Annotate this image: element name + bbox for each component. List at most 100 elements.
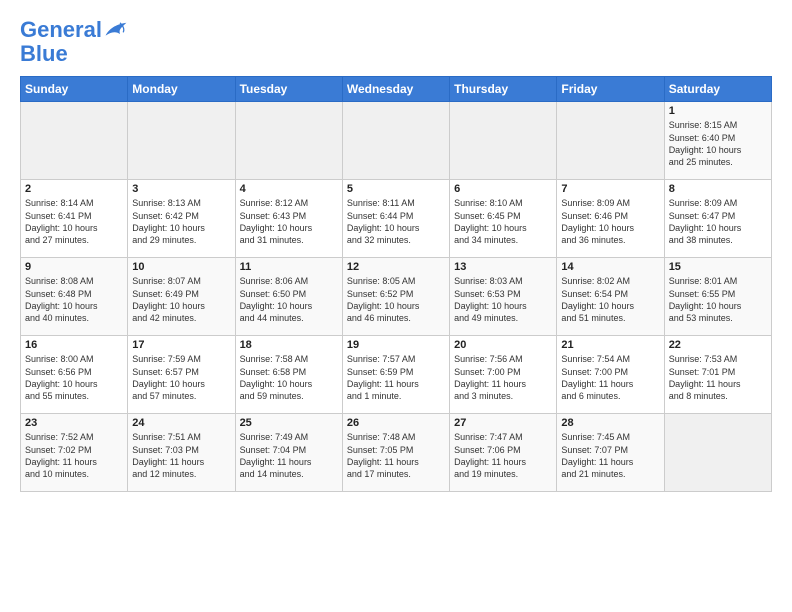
day-info: Sunrise: 7:52 AM Sunset: 7:02 PM Dayligh…: [25, 431, 123, 480]
calendar-table: SundayMondayTuesdayWednesdayThursdayFrid…: [20, 76, 772, 492]
day-info: Sunrise: 8:09 AM Sunset: 6:47 PM Dayligh…: [669, 197, 767, 246]
day-number: 22: [669, 339, 767, 351]
calendar-cell: 24 Sunrise: 7:51 AM Sunset: 7:03 PM Dayli…: [128, 414, 235, 492]
day-number: 6: [454, 183, 552, 195]
day-number: 25: [240, 417, 338, 429]
calendar-week-row: 16 Sunrise: 8:00 AM Sunset: 6:56 PM Dayli…: [21, 336, 772, 414]
calendar-cell: 14 Sunrise: 8:02 AM Sunset: 6:54 PM Dayli…: [557, 258, 664, 336]
day-number: 24: [132, 417, 230, 429]
day-number: 8: [669, 183, 767, 195]
calendar-cell: 1 Sunrise: 8:15 AM Sunset: 6:40 PM Daylig…: [664, 102, 771, 180]
day-info: Sunrise: 7:53 AM Sunset: 7:01 PM Dayligh…: [669, 353, 767, 402]
calendar-cell: 28 Sunrise: 7:45 AM Sunset: 7:07 PM Dayli…: [557, 414, 664, 492]
day-info: Sunrise: 8:15 AM Sunset: 6:40 PM Dayligh…: [669, 119, 767, 168]
day-number: 1: [669, 105, 767, 117]
calendar-cell: 5 Sunrise: 8:11 AM Sunset: 6:44 PM Daylig…: [342, 180, 449, 258]
day-info: Sunrise: 7:49 AM Sunset: 7:04 PM Dayligh…: [240, 431, 338, 480]
calendar-cell: 27 Sunrise: 7:47 AM Sunset: 7:06 PM Dayli…: [450, 414, 557, 492]
calendar-week-row: 1 Sunrise: 8:15 AM Sunset: 6:40 PM Daylig…: [21, 102, 772, 180]
day-number: 13: [454, 261, 552, 273]
calendar-cell: 25 Sunrise: 7:49 AM Sunset: 7:04 PM Dayli…: [235, 414, 342, 492]
day-number: 14: [561, 261, 659, 273]
day-number: 28: [561, 417, 659, 429]
day-info: Sunrise: 7:51 AM Sunset: 7:03 PM Dayligh…: [132, 431, 230, 480]
day-number: 23: [25, 417, 123, 429]
calendar-week-row: 23 Sunrise: 7:52 AM Sunset: 7:02 PM Dayli…: [21, 414, 772, 492]
day-info: Sunrise: 8:00 AM Sunset: 6:56 PM Dayligh…: [25, 353, 123, 402]
day-info: Sunrise: 8:11 AM Sunset: 6:44 PM Dayligh…: [347, 197, 445, 246]
logo: General Blue: [20, 18, 128, 66]
calendar-cell: 9Sunrise: 8:08 AM Sunset: 6:48 PM Daylig…: [21, 258, 128, 336]
calendar-cell: 21 Sunrise: 7:54 AM Sunset: 7:00 PM Dayli…: [557, 336, 664, 414]
day-header-tuesday: Tuesday: [235, 77, 342, 102]
calendar-cell: 26 Sunrise: 7:48 AM Sunset: 7:05 PM Dayli…: [342, 414, 449, 492]
calendar-cell: 10Sunrise: 8:07 AM Sunset: 6:49 PM Dayli…: [128, 258, 235, 336]
day-info: Sunrise: 7:59 AM Sunset: 6:57 PM Dayligh…: [132, 353, 230, 402]
logo-bird-icon: [104, 20, 128, 40]
day-number: 17: [132, 339, 230, 351]
calendar-cell: 22 Sunrise: 7:53 AM Sunset: 7:01 PM Dayli…: [664, 336, 771, 414]
day-number: 3: [132, 183, 230, 195]
calendar-cell: 17 Sunrise: 7:59 AM Sunset: 6:57 PM Dayli…: [128, 336, 235, 414]
calendar-week-row: 9Sunrise: 8:08 AM Sunset: 6:48 PM Daylig…: [21, 258, 772, 336]
day-number: 18: [240, 339, 338, 351]
day-number: 15: [669, 261, 767, 273]
calendar-cell: 12 Sunrise: 8:05 AM Sunset: 6:52 PM Dayli…: [342, 258, 449, 336]
day-number: 12: [347, 261, 445, 273]
day-info: Sunrise: 7:47 AM Sunset: 7:06 PM Dayligh…: [454, 431, 552, 480]
calendar-cell: [235, 102, 342, 180]
day-number: 11: [240, 261, 338, 273]
day-info: Sunrise: 8:10 AM Sunset: 6:45 PM Dayligh…: [454, 197, 552, 246]
day-info: Sunrise: 8:01 AM Sunset: 6:55 PM Dayligh…: [669, 275, 767, 324]
day-number: 27: [454, 417, 552, 429]
calendar-cell: 7Sunrise: 8:09 AM Sunset: 6:46 PM Daylig…: [557, 180, 664, 258]
day-info: Sunrise: 7:48 AM Sunset: 7:05 PM Dayligh…: [347, 431, 445, 480]
day-info: Sunrise: 8:02 AM Sunset: 6:54 PM Dayligh…: [561, 275, 659, 324]
calendar-cell: [664, 414, 771, 492]
calendar-cell: [21, 102, 128, 180]
day-number: 10: [132, 261, 230, 273]
calendar-cell: 13 Sunrise: 8:03 AM Sunset: 6:53 PM Dayli…: [450, 258, 557, 336]
header: General Blue: [20, 18, 772, 66]
day-header-wednesday: Wednesday: [342, 77, 449, 102]
day-info: Sunrise: 8:13 AM Sunset: 6:42 PM Dayligh…: [132, 197, 230, 246]
logo-text: General: [20, 18, 102, 42]
calendar-cell: 16 Sunrise: 8:00 AM Sunset: 6:56 PM Dayli…: [21, 336, 128, 414]
calendar-cell: 18 Sunrise: 7:58 AM Sunset: 6:58 PM Dayli…: [235, 336, 342, 414]
day-number: 4: [240, 183, 338, 195]
calendar-cell: 19 Sunrise: 7:57 AM Sunset: 6:59 PM Dayli…: [342, 336, 449, 414]
day-info: Sunrise: 8:14 AM Sunset: 6:41 PM Dayligh…: [25, 197, 123, 246]
day-header-thursday: Thursday: [450, 77, 557, 102]
day-info: Sunrise: 8:08 AM Sunset: 6:48 PM Dayligh…: [25, 275, 123, 324]
day-info: Sunrise: 7:54 AM Sunset: 7:00 PM Dayligh…: [561, 353, 659, 402]
day-info: Sunrise: 8:06 AM Sunset: 6:50 PM Dayligh…: [240, 275, 338, 324]
day-info: Sunrise: 7:45 AM Sunset: 7:07 PM Dayligh…: [561, 431, 659, 480]
day-number: 2: [25, 183, 123, 195]
calendar-cell: 20Sunrise: 7:56 AM Sunset: 7:00 PM Dayli…: [450, 336, 557, 414]
day-number: 21: [561, 339, 659, 351]
day-number: 19: [347, 339, 445, 351]
day-number: 26: [347, 417, 445, 429]
calendar-cell: [342, 102, 449, 180]
logo-blue: Blue: [20, 42, 128, 66]
day-header-friday: Friday: [557, 77, 664, 102]
day-number: 7: [561, 183, 659, 195]
calendar-cell: 2 Sunrise: 8:14 AM Sunset: 6:41 PM Daylig…: [21, 180, 128, 258]
day-info: Sunrise: 8:03 AM Sunset: 6:53 PM Dayligh…: [454, 275, 552, 324]
day-number: 5: [347, 183, 445, 195]
day-header-monday: Monday: [128, 77, 235, 102]
day-info: Sunrise: 8:05 AM Sunset: 6:52 PM Dayligh…: [347, 275, 445, 324]
calendar-cell: [557, 102, 664, 180]
calendar-cell: 23 Sunrise: 7:52 AM Sunset: 7:02 PM Dayli…: [21, 414, 128, 492]
day-info: Sunrise: 7:58 AM Sunset: 6:58 PM Dayligh…: [240, 353, 338, 402]
day-info: Sunrise: 7:56 AM Sunset: 7:00 PM Dayligh…: [454, 353, 552, 402]
calendar-cell: 15 Sunrise: 8:01 AM Sunset: 6:55 PM Dayli…: [664, 258, 771, 336]
calendar-cell: 4Sunrise: 8:12 AM Sunset: 6:43 PM Daylig…: [235, 180, 342, 258]
day-info: Sunrise: 7:57 AM Sunset: 6:59 PM Dayligh…: [347, 353, 445, 402]
calendar-cell: 11 Sunrise: 8:06 AM Sunset: 6:50 PM Dayli…: [235, 258, 342, 336]
page: General Blue SundayMondayTuesdayWednesda…: [0, 0, 792, 502]
calendar-cell: [450, 102, 557, 180]
calendar-cell: 8 Sunrise: 8:09 AM Sunset: 6:47 PM Daylig…: [664, 180, 771, 258]
calendar-header-row: SundayMondayTuesdayWednesdayThursdayFrid…: [21, 77, 772, 102]
day-number: 16: [25, 339, 123, 351]
